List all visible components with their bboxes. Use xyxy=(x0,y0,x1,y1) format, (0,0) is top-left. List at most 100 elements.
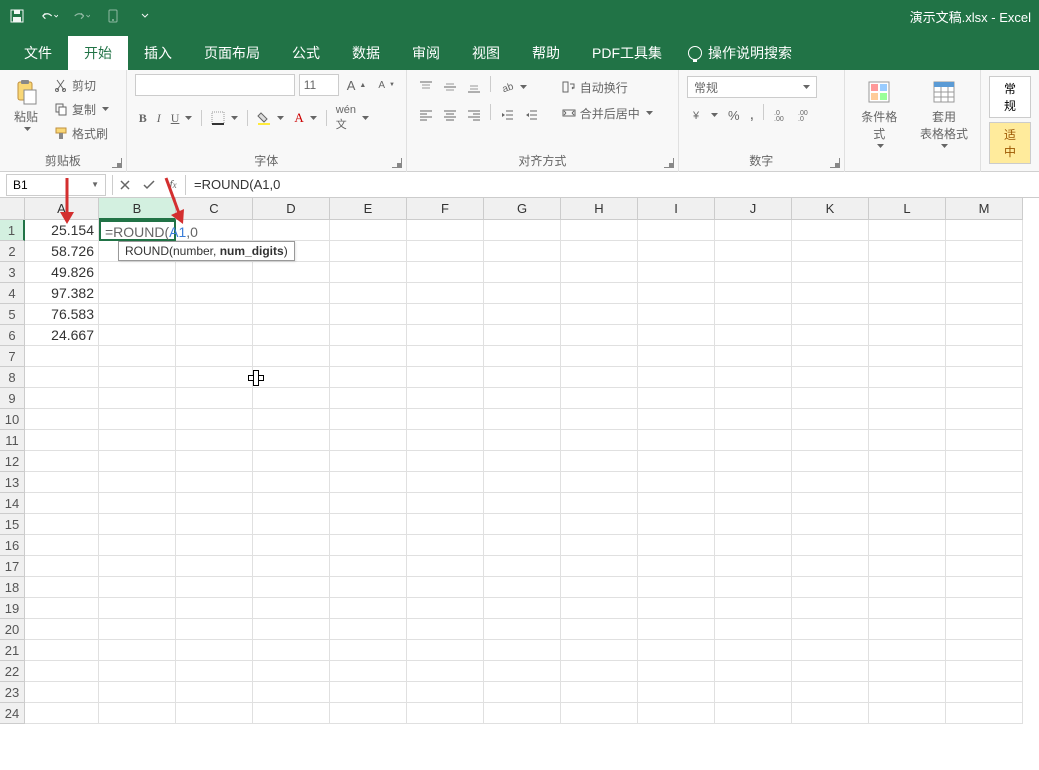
cancel-formula-button[interactable] xyxy=(113,174,137,196)
cell-J6[interactable] xyxy=(715,325,792,346)
cell-J21[interactable] xyxy=(715,640,792,661)
cell-E14[interactable] xyxy=(330,493,407,514)
cell-J12[interactable] xyxy=(715,451,792,472)
cell-D22[interactable] xyxy=(253,661,330,682)
cell-B9[interactable] xyxy=(99,388,176,409)
cell-C21[interactable] xyxy=(176,640,253,661)
tab-insert[interactable]: 插入 xyxy=(128,36,188,70)
cell-I17[interactable] xyxy=(638,556,715,577)
tab-home[interactable]: 开始 xyxy=(68,36,128,70)
cell-K20[interactable] xyxy=(792,619,869,640)
cell-E21[interactable] xyxy=(330,640,407,661)
cell-K9[interactable] xyxy=(792,388,869,409)
cell-C14[interactable] xyxy=(176,493,253,514)
cell-B11[interactable] xyxy=(99,430,176,451)
cell-C24[interactable] xyxy=(176,703,253,724)
cell-A10[interactable] xyxy=(25,409,99,430)
cell-K24[interactable] xyxy=(792,703,869,724)
cell-E19[interactable] xyxy=(330,598,407,619)
cell-B4[interactable] xyxy=(99,283,176,304)
cell-J9[interactable] xyxy=(715,388,792,409)
cell-H12[interactable] xyxy=(561,451,638,472)
row-header-18[interactable]: 18 xyxy=(0,577,25,598)
row-header-6[interactable]: 6 xyxy=(0,325,25,346)
align-middle-button[interactable] xyxy=(439,76,461,98)
cell-F21[interactable] xyxy=(407,640,484,661)
cell-D1[interactable] xyxy=(253,220,330,241)
cell-C12[interactable] xyxy=(176,451,253,472)
tab-file[interactable]: 文件 xyxy=(8,36,68,70)
cell-H7[interactable] xyxy=(561,346,638,367)
cell-A15[interactable] xyxy=(25,514,99,535)
cell-J8[interactable] xyxy=(715,367,792,388)
cell-D5[interactable] xyxy=(253,304,330,325)
cell-J7[interactable] xyxy=(715,346,792,367)
column-header-L[interactable]: L xyxy=(869,198,946,220)
cell-G4[interactable] xyxy=(484,283,561,304)
cell-C20[interactable] xyxy=(176,619,253,640)
formula-input[interactable]: =ROUND(A1,0 xyxy=(186,172,1039,197)
cell-J18[interactable] xyxy=(715,577,792,598)
cell-F9[interactable] xyxy=(407,388,484,409)
cell-D13[interactable] xyxy=(253,472,330,493)
cell-C19[interactable] xyxy=(176,598,253,619)
cell-H11[interactable] xyxy=(561,430,638,451)
cell-F6[interactable] xyxy=(407,325,484,346)
cell-E23[interactable] xyxy=(330,682,407,703)
cell-L16[interactable] xyxy=(869,535,946,556)
cell-E8[interactable] xyxy=(330,367,407,388)
cell-I16[interactable] xyxy=(638,535,715,556)
cell-G8[interactable] xyxy=(484,367,561,388)
cell-G21[interactable] xyxy=(484,640,561,661)
cell-M7[interactable] xyxy=(946,346,1023,367)
cell-M2[interactable] xyxy=(946,241,1023,262)
row-header-15[interactable]: 15 xyxy=(0,514,25,535)
cell-B20[interactable] xyxy=(99,619,176,640)
undo-icon[interactable] xyxy=(40,7,58,25)
cell-M18[interactable] xyxy=(946,577,1023,598)
cell-M15[interactable] xyxy=(946,514,1023,535)
cell-M17[interactable] xyxy=(946,556,1023,577)
cell-M21[interactable] xyxy=(946,640,1023,661)
select-all-corner[interactable] xyxy=(0,198,25,220)
cell-K16[interactable] xyxy=(792,535,869,556)
cell-G23[interactable] xyxy=(484,682,561,703)
row-header-9[interactable]: 9 xyxy=(0,388,25,409)
cell-M3[interactable] xyxy=(946,262,1023,283)
cell-L23[interactable] xyxy=(869,682,946,703)
cell-F1[interactable] xyxy=(407,220,484,241)
cell-G14[interactable] xyxy=(484,493,561,514)
row-header-1[interactable]: 1 xyxy=(0,220,25,241)
cell-A6[interactable]: 24.667 xyxy=(25,325,99,346)
cell-C17[interactable] xyxy=(176,556,253,577)
column-header-G[interactable]: G xyxy=(484,198,561,220)
cell-D7[interactable] xyxy=(253,346,330,367)
cell-E1[interactable] xyxy=(330,220,407,241)
cell-I5[interactable] xyxy=(638,304,715,325)
cell-B3[interactable] xyxy=(99,262,176,283)
font-launcher[interactable] xyxy=(392,158,402,168)
cell-A5[interactable]: 76.583 xyxy=(25,304,99,325)
cell-A16[interactable] xyxy=(25,535,99,556)
row-header-2[interactable]: 2 xyxy=(0,241,25,262)
row-header-23[interactable]: 23 xyxy=(0,682,25,703)
cell-F16[interactable] xyxy=(407,535,484,556)
tab-pdf[interactable]: PDF工具集 xyxy=(576,36,678,70)
cell-B5[interactable] xyxy=(99,304,176,325)
column-header-E[interactable]: E xyxy=(330,198,407,220)
cell-G24[interactable] xyxy=(484,703,561,724)
cell-J1[interactable] xyxy=(715,220,792,241)
cell-K10[interactable] xyxy=(792,409,869,430)
cell-H21[interactable] xyxy=(561,640,638,661)
cell-G11[interactable] xyxy=(484,430,561,451)
cell-K19[interactable] xyxy=(792,598,869,619)
cell-L13[interactable] xyxy=(869,472,946,493)
redo-icon[interactable] xyxy=(72,7,90,25)
cell-J22[interactable] xyxy=(715,661,792,682)
align-bottom-button[interactable] xyxy=(463,76,485,98)
cell-C23[interactable] xyxy=(176,682,253,703)
align-top-button[interactable] xyxy=(415,76,437,98)
cell-M1[interactable] xyxy=(946,220,1023,241)
row-header-16[interactable]: 16 xyxy=(0,535,25,556)
cell-C6[interactable] xyxy=(176,325,253,346)
